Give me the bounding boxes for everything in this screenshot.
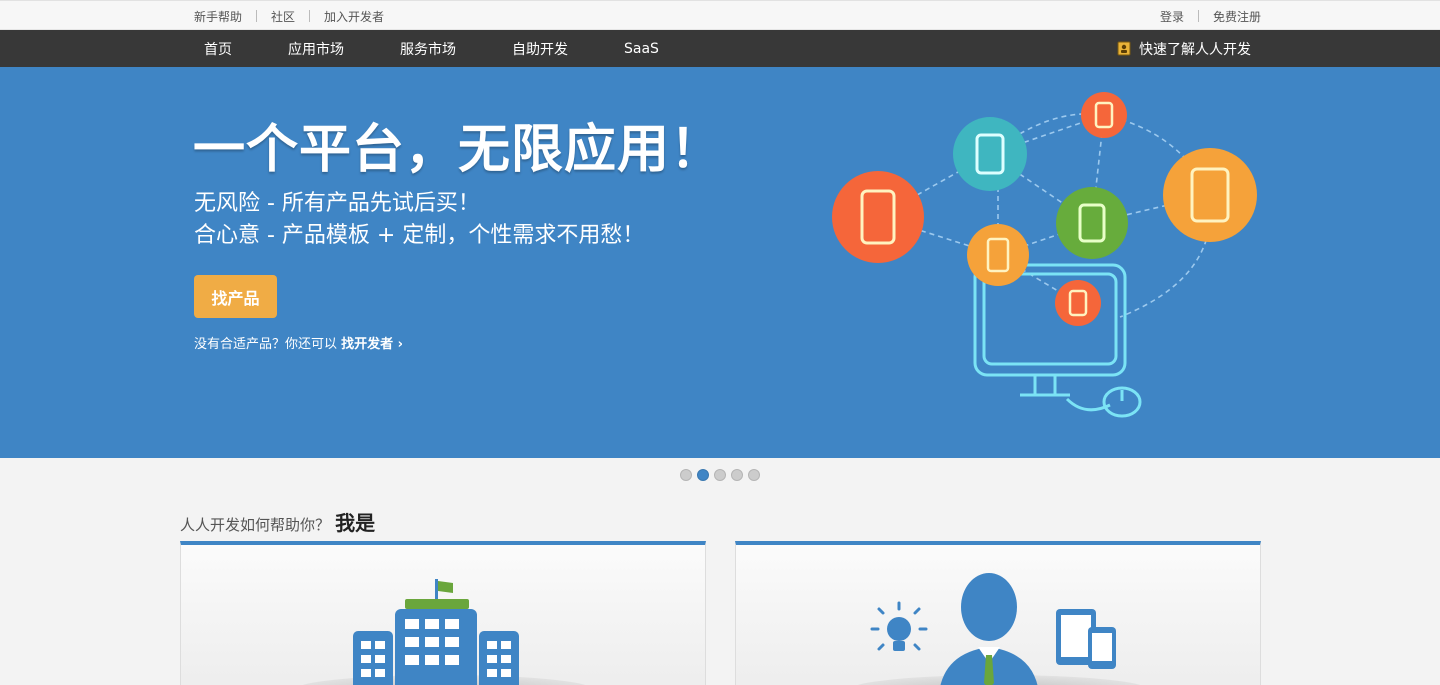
help-link[interactable]: 新手帮助 [194, 8, 242, 25]
nav-item-saas[interactable]: SaaS [624, 41, 659, 57]
divider [256, 10, 258, 22]
hero-tip: 没有合适产品？你还可以 找开发者 › [194, 333, 403, 352]
section-question: 人人开发如何帮助你？ [180, 516, 331, 534]
find-developer-link[interactable]: 找开发者 › [341, 337, 403, 352]
top-utility-bar: 新手帮助 社区 加入开发者 登录 免费注册 [0, 0, 1440, 30]
phone-bubbles [832, 92, 1257, 326]
carousel-dot-active[interactable] [697, 469, 709, 481]
carousel-dot[interactable] [748, 469, 760, 481]
nav-item-self-develop[interactable]: 自助开发 [512, 39, 568, 59]
divider [1197, 10, 1199, 22]
divider [309, 10, 311, 22]
login-link[interactable]: 登录 [1160, 8, 1184, 25]
quick-intro-link[interactable]: 快速了解人人开发 [1117, 30, 1251, 67]
find-product-button[interactable]: 找产品 [194, 275, 277, 318]
nav-item-home[interactable]: 首页 [204, 39, 232, 59]
hero-headline: 一个平台，无限应用！ [193, 120, 724, 180]
role-card-individual[interactable] [735, 541, 1261, 685]
nav-items: 首页 应用市场 服务市场 自助开发 SaaS [194, 30, 705, 67]
hero-banner: 一个平台，无限应用！ 无风险 - 所有产品先试后买！ 合心意 - 产品模板 + … [0, 67, 1440, 458]
community-link[interactable]: 社区 [271, 8, 295, 25]
office-building-icon [353, 579, 519, 685]
person-icon [940, 573, 1038, 685]
quick-intro-label: 快速了解人人开发 [1139, 41, 1251, 58]
carousel-dots [680, 469, 765, 481]
tablet-phone-icon [1056, 609, 1116, 669]
carousel-dot[interactable] [714, 469, 726, 481]
top-left-links: 新手帮助 社区 加入开发者 [194, 1, 384, 31]
nav-item-service-market[interactable]: 服务市场 [400, 39, 456, 59]
join-developer-link[interactable]: 加入开发者 [324, 8, 384, 25]
main-nav: 首页 应用市场 服务市场 自助开发 SaaS 快速了解人人开发 [0, 30, 1440, 67]
lightbulb-icon [870, 601, 928, 651]
carousel-dot[interactable] [731, 469, 743, 481]
hero-subtitle-2: 合心意 - 产品模板 + 定制，个性需求不用愁！ [194, 223, 645, 248]
hero-tip-text: 没有合适产品？你还可以 [194, 337, 338, 352]
section-title: 人人开发如何帮助你？ 我是 [180, 507, 375, 536]
nav-item-app-market[interactable]: 应用市场 [288, 39, 344, 59]
book-icon [1117, 41, 1131, 56]
section-bold: 我是 [335, 511, 376, 535]
hero-subtitle-1: 无风险 - 所有产品先试后买！ [194, 191, 480, 216]
carousel-dot[interactable] [680, 469, 692, 481]
register-link[interactable]: 免费注册 [1213, 8, 1261, 25]
role-card-company[interactable] [180, 541, 706, 685]
devices-network-illustration [832, 92, 1257, 418]
top-right-links: 登录 免费注册 [1160, 1, 1261, 31]
